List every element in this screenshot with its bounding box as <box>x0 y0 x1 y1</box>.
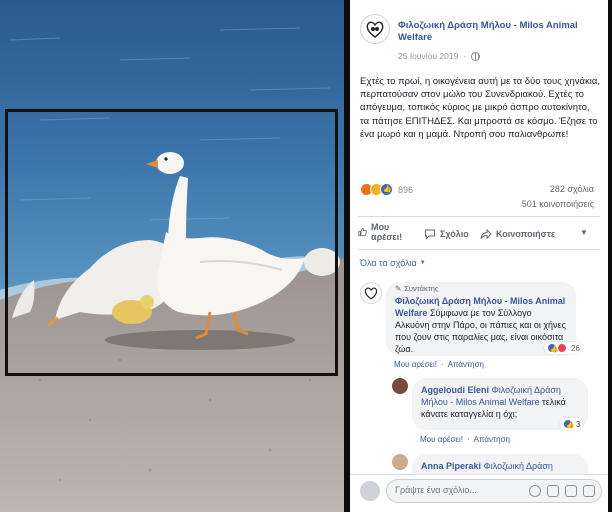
comments-sort-label: Όλα τα σχόλια <box>360 258 417 268</box>
heart-paw-logo-icon <box>364 287 378 300</box>
comment-composer <box>350 474 608 512</box>
post-meta: 25 Ιουνίου 2019 · <box>398 51 481 61</box>
comment-like-link[interactable]: Μου αρέσει! <box>420 435 463 444</box>
comment-mention[interactable]: Φιλοζωική Δράση <box>484 461 553 471</box>
comment-reply-link[interactable]: Απάντηση <box>474 435 510 444</box>
user-avatar <box>360 481 380 501</box>
post-text: Εχτές το πρωί, η οικογένεια αυτή με τα δ… <box>360 76 600 140</box>
divider <box>358 249 600 250</box>
comment-bubble: Anna Piperaki Φιλοζωική Δράση <box>412 454 588 476</box>
post-header: Φιλοζωική Δράση Μήλου - Milos Animal Wel… <box>360 14 600 62</box>
comment-body: Anna Piperaki Φιλοζωική Δράση <box>421 460 579 472</box>
geese-photo-illustration <box>0 0 344 512</box>
love-reaction-icon <box>557 343 567 353</box>
post-actions-bar: Μου αρέσει! Σχόλιο Κοινοποιήστε ▼ <box>356 222 602 248</box>
like-reaction-icon <box>547 343 559 353</box>
comment-links: Μου αρέσει! · Απάντηση <box>394 360 485 369</box>
comment-avatar[interactable] <box>360 282 382 304</box>
divider <box>358 216 600 217</box>
caret-down-icon: ▼ <box>419 260 426 266</box>
comment-body: Φιλοζωική Δράση Μήλου - Milos Animal Wel… <box>395 295 567 355</box>
emoji-icon[interactable] <box>529 485 541 497</box>
comment-like-link[interactable]: Μου αρέσει! <box>394 360 437 369</box>
comment-reactions[interactable]: 26 <box>544 342 583 354</box>
camera-icon[interactable] <box>547 485 559 497</box>
share-arrow-icon <box>480 228 492 240</box>
comment-item: ✎ Συντάκτης Φιλοζωική Δράση Μήλου - Milo… <box>360 282 600 372</box>
comment-bubble-icon <box>425 229 435 240</box>
share-button[interactable]: Κοινοποιήστε <box>480 228 555 240</box>
comment-button[interactable]: Σχόλιο <box>424 228 469 240</box>
comment-author[interactable]: Anna Piperaki <box>421 461 481 471</box>
comments-count[interactable]: 282 σχόλια <box>550 184 594 194</box>
like-button[interactable]: Μου αρέσει! <box>358 222 410 242</box>
reply-item: Aggeloudi Eleni Φιλοζωική Δράση Μήλου - … <box>392 378 600 448</box>
comment-reaction-count: 3 <box>576 419 581 429</box>
comments-sort-dropdown[interactable]: Όλα τα σχόλια ▼ <box>360 258 426 268</box>
comment-body: Aggeloudi Eleni Φιλοζωική Δράση Μήλου - … <box>421 384 579 420</box>
heart-paw-logo-icon <box>366 21 384 38</box>
share-options-dropdown[interactable]: ▼ <box>580 228 588 237</box>
comment-links: Μου αρέσει! · Απάντηση <box>420 435 511 444</box>
post-card: Φιλοζωική Δράση Μήλου - Milos Animal Wel… <box>350 0 608 512</box>
comment-author[interactable]: Aggeloudi Eleni <box>421 385 489 395</box>
pencil-icon: ✎ <box>395 284 402 293</box>
comment-reactions[interactable]: 3 <box>560 418 584 430</box>
sticker-icon[interactable] <box>583 485 595 497</box>
share-button-label: Κοινοποιήστε <box>496 229 556 239</box>
comment-avatar[interactable] <box>392 378 408 394</box>
page-avatar[interactable] <box>360 14 390 44</box>
comment-button-label: Σχόλιο <box>440 229 469 239</box>
comment-reaction-count: 26 <box>571 343 580 353</box>
like-button-label: Μου αρέσει! <box>371 222 403 242</box>
screenshot: Φιλοζωική Δράση Μήλου - Milos Animal Wel… <box>0 0 612 512</box>
globe-icon <box>471 51 481 61</box>
like-reaction-icon <box>380 183 393 196</box>
comment-avatar[interactable] <box>392 454 408 470</box>
gif-icon[interactable] <box>565 485 577 497</box>
reaction-count: 896 <box>398 184 414 195</box>
composer-tools <box>529 485 595 497</box>
thumbs-up-icon <box>358 227 367 237</box>
post-photo[interactable] <box>0 0 344 512</box>
comment-reply-link[interactable]: Απάντηση <box>448 360 484 369</box>
author-badge: ✎ Συντάκτης <box>395 284 438 293</box>
reply-item: Anna Piperaki Φιλοζωική Δράση <box>392 454 600 476</box>
reactions-summary[interactable]: 896 <box>360 183 413 196</box>
page-name-link[interactable]: Φιλοζωική Δράση Μήλου - Milos Animal Wel… <box>398 20 598 44</box>
post-panel: Φιλοζωική Δράση Μήλου - Milos Animal Wel… <box>350 0 608 512</box>
like-reaction-icon <box>563 419 575 429</box>
caret-down-icon: ▼ <box>580 228 588 237</box>
shares-count[interactable]: 501 κοινοποιήσεις <box>522 199 594 209</box>
comment-input[interactable] <box>395 485 515 495</box>
post-date[interactable]: 25 Ιουνίου 2019 <box>398 51 458 61</box>
comment-input-box[interactable] <box>386 479 602 503</box>
author-badge-label: Συντάκτης <box>404 284 439 293</box>
